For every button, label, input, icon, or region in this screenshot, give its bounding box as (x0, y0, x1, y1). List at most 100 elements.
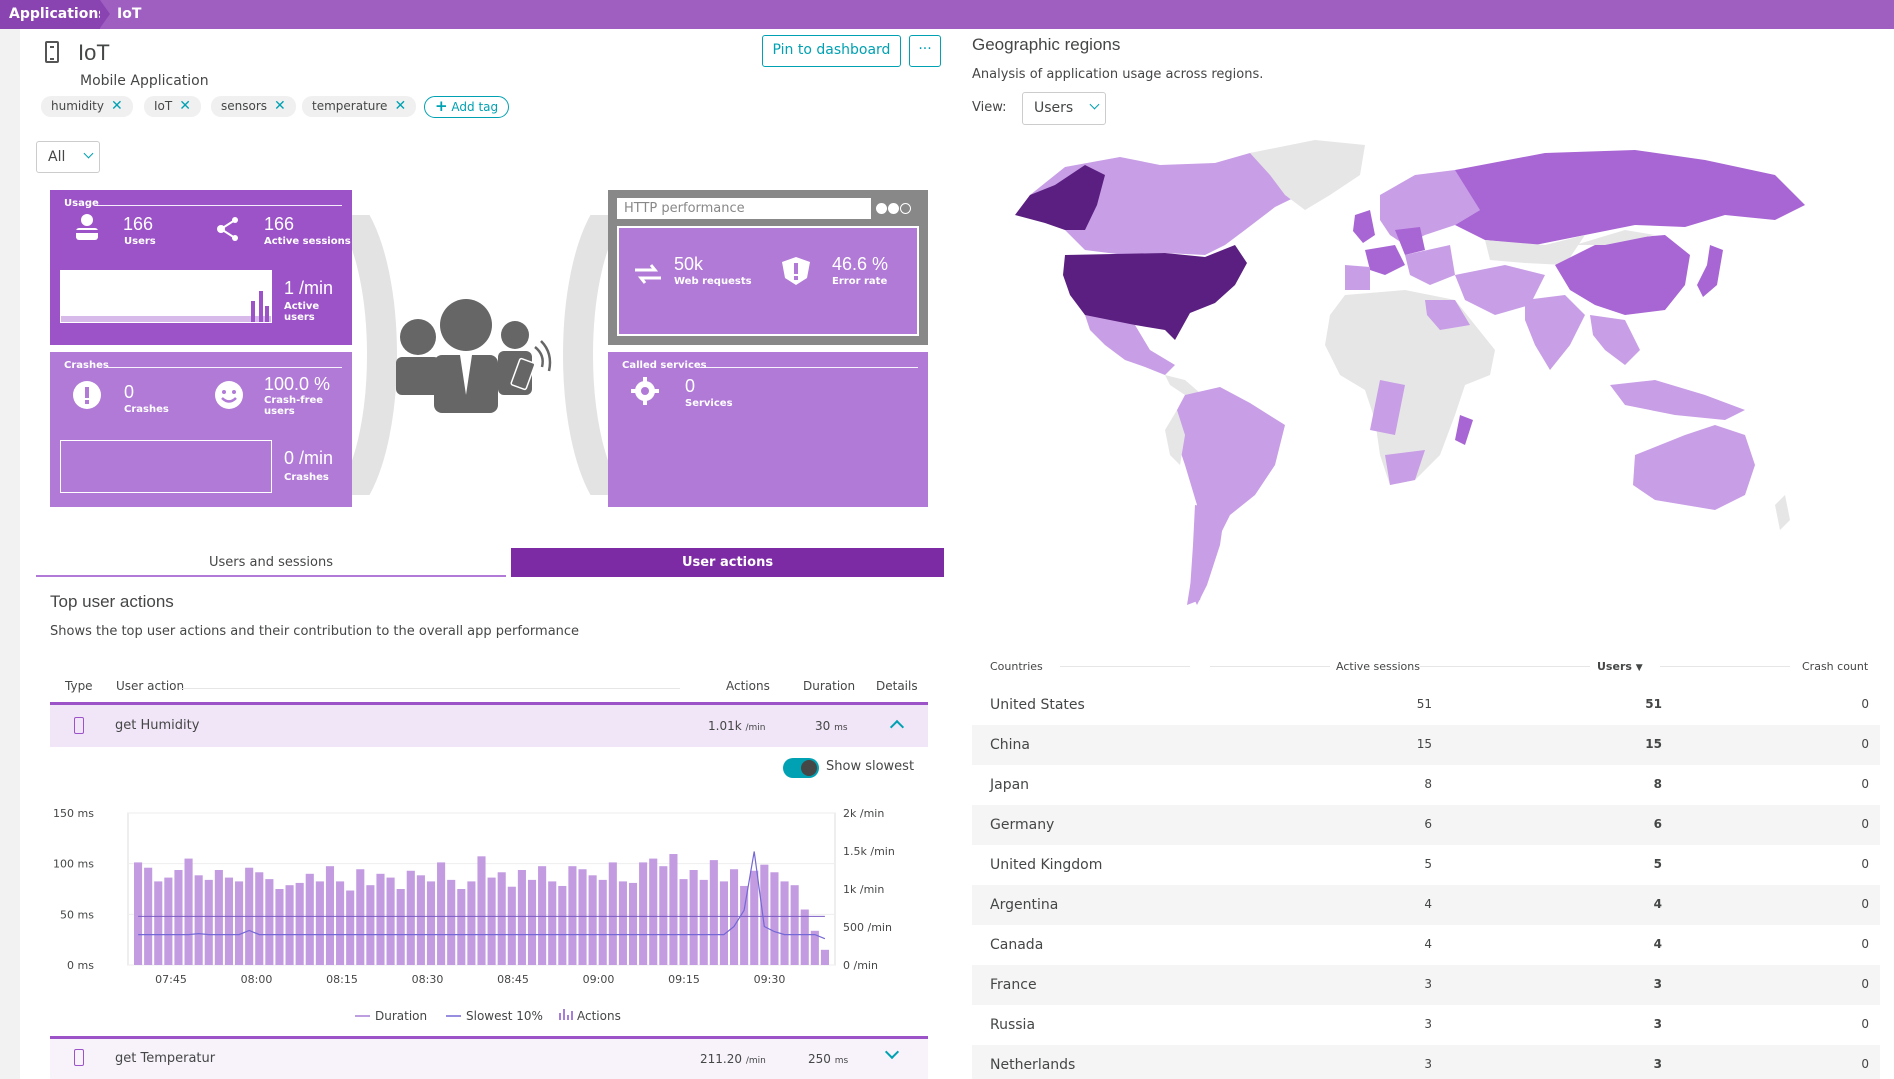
user-action-name: get Humidity (115, 718, 200, 733)
remove-tag-icon[interactable]: ✕ (179, 98, 191, 114)
table-row[interactable]: United Kingdom 5 5 0 (972, 845, 1880, 885)
col-duration[interactable]: Duration (803, 679, 855, 693)
users-cell: 6 (1653, 817, 1662, 831)
region-australia[interactable] (1633, 425, 1755, 510)
region-russia[interactable] (1455, 150, 1805, 245)
users-cell: 4 (1653, 937, 1662, 951)
active-sessions-cell: 8 (1424, 777, 1432, 791)
actions-bar (679, 879, 688, 965)
region-south-africa[interactable] (1385, 450, 1425, 485)
duration-number: 250 (808, 1052, 831, 1066)
actions-bars (134, 854, 829, 965)
table-row[interactable]: get Temperatur 211.20 /min 250 ms (50, 1039, 928, 1079)
view-select[interactable]: Users (1022, 92, 1106, 125)
table-row[interactable]: Russia 3 3 0 (972, 1005, 1880, 1045)
breadcrumb: Applications IoT (0, 0, 1894, 29)
tab-users-and-sessions[interactable]: Users and sessions (36, 548, 506, 577)
tab-user-actions[interactable]: User actions (511, 548, 944, 577)
table-row[interactable]: get Humidity 1.01k /min 30 ms (50, 705, 928, 747)
crashes-label: Crashes (64, 360, 109, 371)
region-madagascar[interactable] (1455, 415, 1473, 445)
breadcrumb-applications[interactable]: Applications (0, 0, 107, 29)
divider (700, 367, 918, 368)
table-row[interactable]: Canada 4 4 0 (972, 925, 1880, 965)
region-indonesia[interactable] (1610, 380, 1745, 420)
col-user-action[interactable]: User action (116, 679, 184, 693)
actions-bar (184, 858, 193, 965)
crashes-count: 0 (124, 382, 135, 402)
remove-tag-icon[interactable]: ✕ (111, 98, 123, 114)
active-users-label: Active users (284, 301, 320, 323)
actions-bar (376, 873, 385, 965)
more-actions-button[interactable]: ··· (909, 35, 941, 67)
divider (1420, 666, 1590, 667)
actions-bar (507, 886, 516, 965)
actions-bar (235, 881, 244, 965)
crash-count-cell: 0 (1861, 777, 1869, 791)
actions-bar (325, 866, 335, 965)
region-new-zealand[interactable] (1775, 495, 1790, 530)
add-tag-button[interactable]: + Add tag (424, 96, 510, 118)
divider (1660, 666, 1790, 667)
x-axis: 07:45 08:00 08:15 08:30 08:45 09:00 09:15 09:30 (155, 973, 785, 986)
region-united-kingdom[interactable] (1353, 210, 1375, 243)
crashes-tile[interactable]: Crashes 0 Crashes 100.0 % Crash-free use… (50, 352, 352, 507)
col-active-sessions[interactable]: Active sessions (1336, 660, 1420, 673)
remove-tag-icon[interactable]: ✕ (274, 98, 286, 114)
chevron-up-icon[interactable] (889, 719, 905, 735)
table-row[interactable]: France 3 3 0 (972, 965, 1880, 1005)
called-services-tile[interactable]: Called services 0 Services (608, 352, 928, 507)
region-germany[interactable] (1395, 227, 1425, 255)
tag-label: humidity (51, 99, 104, 113)
active-sessions-cell: 3 (1424, 1057, 1432, 1071)
sessions-count: 166 (264, 214, 295, 234)
error-rate-value: 46.6 % (832, 254, 889, 274)
table-row[interactable]: China 15 15 0 (972, 725, 1880, 765)
actions-bar (406, 870, 415, 965)
region-france[interactable] (1365, 245, 1405, 275)
col-details[interactable]: Details (876, 679, 918, 693)
table-row[interactable]: United States 51 51 0 (972, 685, 1880, 725)
region-japan[interactable] (1697, 245, 1723, 297)
actions-bar (295, 882, 304, 965)
table-row[interactable]: Argentina 4 4 0 (972, 885, 1880, 925)
x-tick-label: 08:30 (412, 973, 444, 986)
country-cell: Russia (990, 1017, 1036, 1033)
http-performance-tile[interactable]: HTTP performance 50k Web requests 46.6 %… (608, 190, 928, 345)
users-icon (73, 214, 101, 240)
top-user-actions-subtitle: Shows the top user actions and their con… (50, 624, 580, 639)
world-map[interactable] (985, 135, 1865, 650)
active-sessions-cell: 6 (1424, 817, 1432, 831)
users-cell: 15 (1645, 737, 1662, 751)
duration-unit: ms (834, 723, 848, 733)
mobile-icon (74, 1049, 84, 1066)
region-southeast-asia[interactable] (1590, 315, 1640, 365)
col-type[interactable]: Type (65, 679, 93, 693)
show-slowest-toggle[interactable] (783, 758, 819, 778)
remove-tag-icon[interactable]: ✕ (394, 98, 406, 114)
table-row[interactable]: Netherlands 3 3 0 (972, 1045, 1880, 1079)
table-row[interactable]: Germany 6 6 0 (972, 805, 1880, 845)
chevron-down-icon (83, 148, 94, 159)
col-users[interactable]: Users ▼ (1597, 660, 1643, 673)
usage-tile[interactable]: Usage 166 Users 166 Active sessions 1 /m… (50, 190, 352, 345)
region-iberia[interactable] (1345, 265, 1370, 290)
warning-shield-icon (782, 257, 810, 285)
col-crash-count[interactable]: Crash count (1802, 660, 1868, 673)
pin-to-dashboard-button[interactable]: Pin to dashboard (762, 35, 901, 67)
table-row[interactable]: Japan 8 8 0 (972, 765, 1880, 805)
plus-icon: + (435, 97, 448, 115)
crashes-sparkline (60, 440, 272, 493)
users-cell: 8 (1653, 777, 1662, 791)
region-central-america[interactable] (1165, 375, 1200, 395)
filter-select[interactable]: All (36, 141, 100, 173)
actions-bar (608, 862, 617, 965)
actions-number: 1.01k (708, 719, 742, 733)
col-actions[interactable]: Actions (726, 679, 770, 693)
breadcrumb-iot[interactable]: IoT (117, 0, 141, 29)
region-argentina[interactable] (1190, 505, 1225, 605)
col-countries[interactable]: Countries (990, 660, 1043, 673)
chevron-down-icon[interactable] (884, 1044, 900, 1060)
tag-temperature: temperature ✕ (302, 96, 417, 117)
region-india[interactable] (1525, 295, 1585, 370)
